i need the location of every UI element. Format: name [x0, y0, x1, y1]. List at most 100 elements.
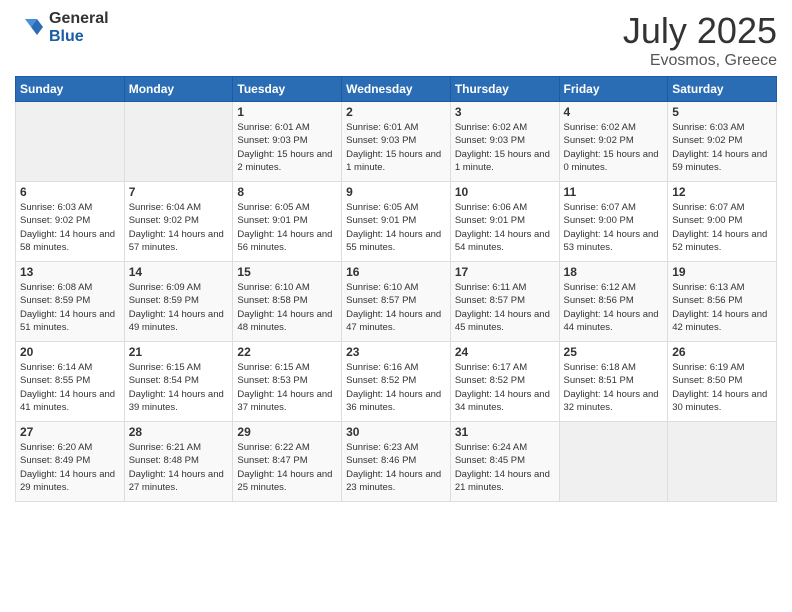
calendar-cell: 26 Sunrise: 6:19 AMSunset: 8:50 PMDayligh…: [668, 342, 777, 422]
calendar-cell: 4 Sunrise: 6:02 AMSunset: 9:02 PMDaylight…: [559, 102, 668, 182]
calendar-cell: 24 Sunrise: 6:17 AMSunset: 8:52 PMDayligh…: [450, 342, 559, 422]
day-info: Sunrise: 6:22 AMSunset: 8:47 PMDaylight:…: [237, 441, 337, 494]
day-info: Sunrise: 6:06 AMSunset: 9:01 PMDaylight:…: [455, 201, 555, 254]
day-number: 9: [346, 185, 446, 199]
logo-icon: [15, 13, 45, 43]
header: General Blue July 2025 Evosmos, Greece: [15, 10, 777, 70]
day-number: 26: [672, 345, 772, 359]
day-number: 18: [564, 265, 664, 279]
day-info: Sunrise: 6:02 AMSunset: 9:02 PMDaylight:…: [564, 121, 664, 174]
day-info: Sunrise: 6:21 AMSunset: 8:48 PMDaylight:…: [129, 441, 229, 494]
logo: General Blue: [15, 10, 109, 45]
location: Evosmos, Greece: [623, 52, 777, 70]
calendar-cell: 7 Sunrise: 6:04 AMSunset: 9:02 PMDaylight…: [124, 182, 233, 262]
calendar-cell: 13Sunrise: 6:08 AMSunset: 8:59 PMDayligh…: [16, 262, 125, 342]
day-number: 7: [129, 185, 229, 199]
day-number: 29: [237, 425, 337, 439]
day-info: Sunrise: 6:10 AMSunset: 8:57 PMDaylight:…: [346, 281, 446, 334]
calendar-cell: [124, 102, 233, 182]
month-year: July 2025: [623, 10, 777, 52]
day-number: 19: [672, 265, 772, 279]
calendar-cell: 23 Sunrise: 6:16 AMSunset: 8:52 PMDayligh…: [342, 342, 451, 422]
weekday-header-friday: Friday: [559, 77, 668, 102]
day-number: 24: [455, 345, 555, 359]
calendar-cell: 19Sunrise: 6:13 AMSunset: 8:56 PMDayligh…: [668, 262, 777, 342]
day-number: 31: [455, 425, 555, 439]
day-info: Sunrise: 6:02 AMSunset: 9:03 PMDaylight:…: [455, 121, 555, 174]
day-info: Sunrise: 6:04 AMSunset: 9:02 PMDaylight:…: [129, 201, 229, 254]
day-info: Sunrise: 6:23 AMSunset: 8:46 PMDaylight:…: [346, 441, 446, 494]
day-info: Sunrise: 6:09 AMSunset: 8:59 PMDaylight:…: [129, 281, 229, 334]
day-info: Sunrise: 6:07 AMSunset: 9:00 PMDaylight:…: [672, 201, 772, 254]
calendar-cell: 27 Sunrise: 6:20 AMSunset: 8:49 PMDayligh…: [16, 422, 125, 502]
day-info: Sunrise: 6:14 AMSunset: 8:55 PMDaylight:…: [20, 361, 120, 414]
day-info: Sunrise: 6:16 AMSunset: 8:52 PMDaylight:…: [346, 361, 446, 414]
calendar-cell: 20Sunrise: 6:14 AMSunset: 8:55 PMDayligh…: [16, 342, 125, 422]
day-number: 27: [20, 425, 120, 439]
calendar-cell: [559, 422, 668, 502]
calendar-cell: 29 Sunrise: 6:22 AMSunset: 8:47 PMDayligh…: [233, 422, 342, 502]
day-number: 16: [346, 265, 446, 279]
calendar-cell: 1 Sunrise: 6:01 AMSunset: 9:03 PMDaylight…: [233, 102, 342, 182]
day-info: Sunrise: 6:17 AMSunset: 8:52 PMDaylight:…: [455, 361, 555, 414]
calendar-cell: 8Sunrise: 6:05 AMSunset: 9:01 PMDaylight…: [233, 182, 342, 262]
day-info: Sunrise: 6:19 AMSunset: 8:50 PMDaylight:…: [672, 361, 772, 414]
day-info: Sunrise: 6:11 AMSunset: 8:57 PMDaylight:…: [455, 281, 555, 334]
calendar-cell: 9 Sunrise: 6:05 AMSunset: 9:01 PMDaylight…: [342, 182, 451, 262]
calendar-cell: 5 Sunrise: 6:03 AMSunset: 9:02 PMDaylight…: [668, 102, 777, 182]
calendar-week-4: 20Sunrise: 6:14 AMSunset: 8:55 PMDayligh…: [16, 342, 777, 422]
title-block: July 2025 Evosmos, Greece: [623, 10, 777, 70]
calendar-week-2: 6Sunrise: 6:03 AMSunset: 9:02 PMDaylight…: [16, 182, 777, 262]
day-number: 30: [346, 425, 446, 439]
day-number: 3: [455, 105, 555, 119]
day-number: 12: [672, 185, 772, 199]
day-number: 15: [237, 265, 337, 279]
day-info: Sunrise: 6:01 AMSunset: 9:03 PMDaylight:…: [237, 121, 337, 174]
day-number: 28: [129, 425, 229, 439]
calendar-cell: [16, 102, 125, 182]
logo-general: General: [49, 10, 109, 28]
day-number: 21: [129, 345, 229, 359]
day-number: 4: [564, 105, 664, 119]
calendar-cell: 21 Sunrise: 6:15 AMSunset: 8:54 PMDayligh…: [124, 342, 233, 422]
day-info: Sunrise: 6:03 AMSunset: 9:02 PMDaylight:…: [20, 201, 120, 254]
day-info: Sunrise: 6:05 AMSunset: 9:01 PMDaylight:…: [346, 201, 446, 254]
weekday-header-tuesday: Tuesday: [233, 77, 342, 102]
calendar-cell: 30 Sunrise: 6:23 AMSunset: 8:46 PMDayligh…: [342, 422, 451, 502]
day-number: 22: [237, 345, 337, 359]
logo-blue: Blue: [49, 28, 109, 46]
calendar-cell: 11Sunrise: 6:07 AMSunset: 9:00 PMDayligh…: [559, 182, 668, 262]
calendar-cell: 15 Sunrise: 6:10 AMSunset: 8:58 PMDayligh…: [233, 262, 342, 342]
weekday-header-monday: Monday: [124, 77, 233, 102]
calendar-cell: 22Sunrise: 6:15 AMSunset: 8:53 PMDayligh…: [233, 342, 342, 422]
calendar-body: 1 Sunrise: 6:01 AMSunset: 9:03 PMDaylight…: [16, 102, 777, 502]
calendar-cell: 12 Sunrise: 6:07 AMSunset: 9:00 PMDayligh…: [668, 182, 777, 262]
day-number: 1: [237, 105, 337, 119]
day-number: 2: [346, 105, 446, 119]
calendar-cell: 16 Sunrise: 6:10 AMSunset: 8:57 PMDayligh…: [342, 262, 451, 342]
calendar-week-3: 13Sunrise: 6:08 AMSunset: 8:59 PMDayligh…: [16, 262, 777, 342]
day-info: Sunrise: 6:10 AMSunset: 8:58 PMDaylight:…: [237, 281, 337, 334]
calendar-cell: 6Sunrise: 6:03 AMSunset: 9:02 PMDaylight…: [16, 182, 125, 262]
weekday-header-wednesday: Wednesday: [342, 77, 451, 102]
weekday-header-row: SundayMondayTuesdayWednesdayThursdayFrid…: [16, 77, 777, 102]
day-info: Sunrise: 6:18 AMSunset: 8:51 PMDaylight:…: [564, 361, 664, 414]
day-info: Sunrise: 6:05 AMSunset: 9:01 PMDaylight:…: [237, 201, 337, 254]
calendar-cell: [668, 422, 777, 502]
day-number: 5: [672, 105, 772, 119]
day-info: Sunrise: 6:24 AMSunset: 8:45 PMDaylight:…: [455, 441, 555, 494]
calendar-week-5: 27 Sunrise: 6:20 AMSunset: 8:49 PMDayligh…: [16, 422, 777, 502]
calendar-cell: 14Sunrise: 6:09 AMSunset: 8:59 PMDayligh…: [124, 262, 233, 342]
day-info: Sunrise: 6:15 AMSunset: 8:54 PMDaylight:…: [129, 361, 229, 414]
day-number: 23: [346, 345, 446, 359]
day-number: 25: [564, 345, 664, 359]
day-info: Sunrise: 6:12 AMSunset: 8:56 PMDaylight:…: [564, 281, 664, 334]
calendar-week-1: 1 Sunrise: 6:01 AMSunset: 9:03 PMDaylight…: [16, 102, 777, 182]
day-info: Sunrise: 6:03 AMSunset: 9:02 PMDaylight:…: [672, 121, 772, 174]
day-info: Sunrise: 6:08 AMSunset: 8:59 PMDaylight:…: [20, 281, 120, 334]
calendar-cell: 18 Sunrise: 6:12 AMSunset: 8:56 PMDayligh…: [559, 262, 668, 342]
day-info: Sunrise: 6:07 AMSunset: 9:00 PMDaylight:…: [564, 201, 664, 254]
day-info: Sunrise: 6:20 AMSunset: 8:49 PMDaylight:…: [20, 441, 120, 494]
calendar-cell: 28 Sunrise: 6:21 AMSunset: 8:48 PMDayligh…: [124, 422, 233, 502]
calendar-cell: 10Sunrise: 6:06 AMSunset: 9:01 PMDayligh…: [450, 182, 559, 262]
